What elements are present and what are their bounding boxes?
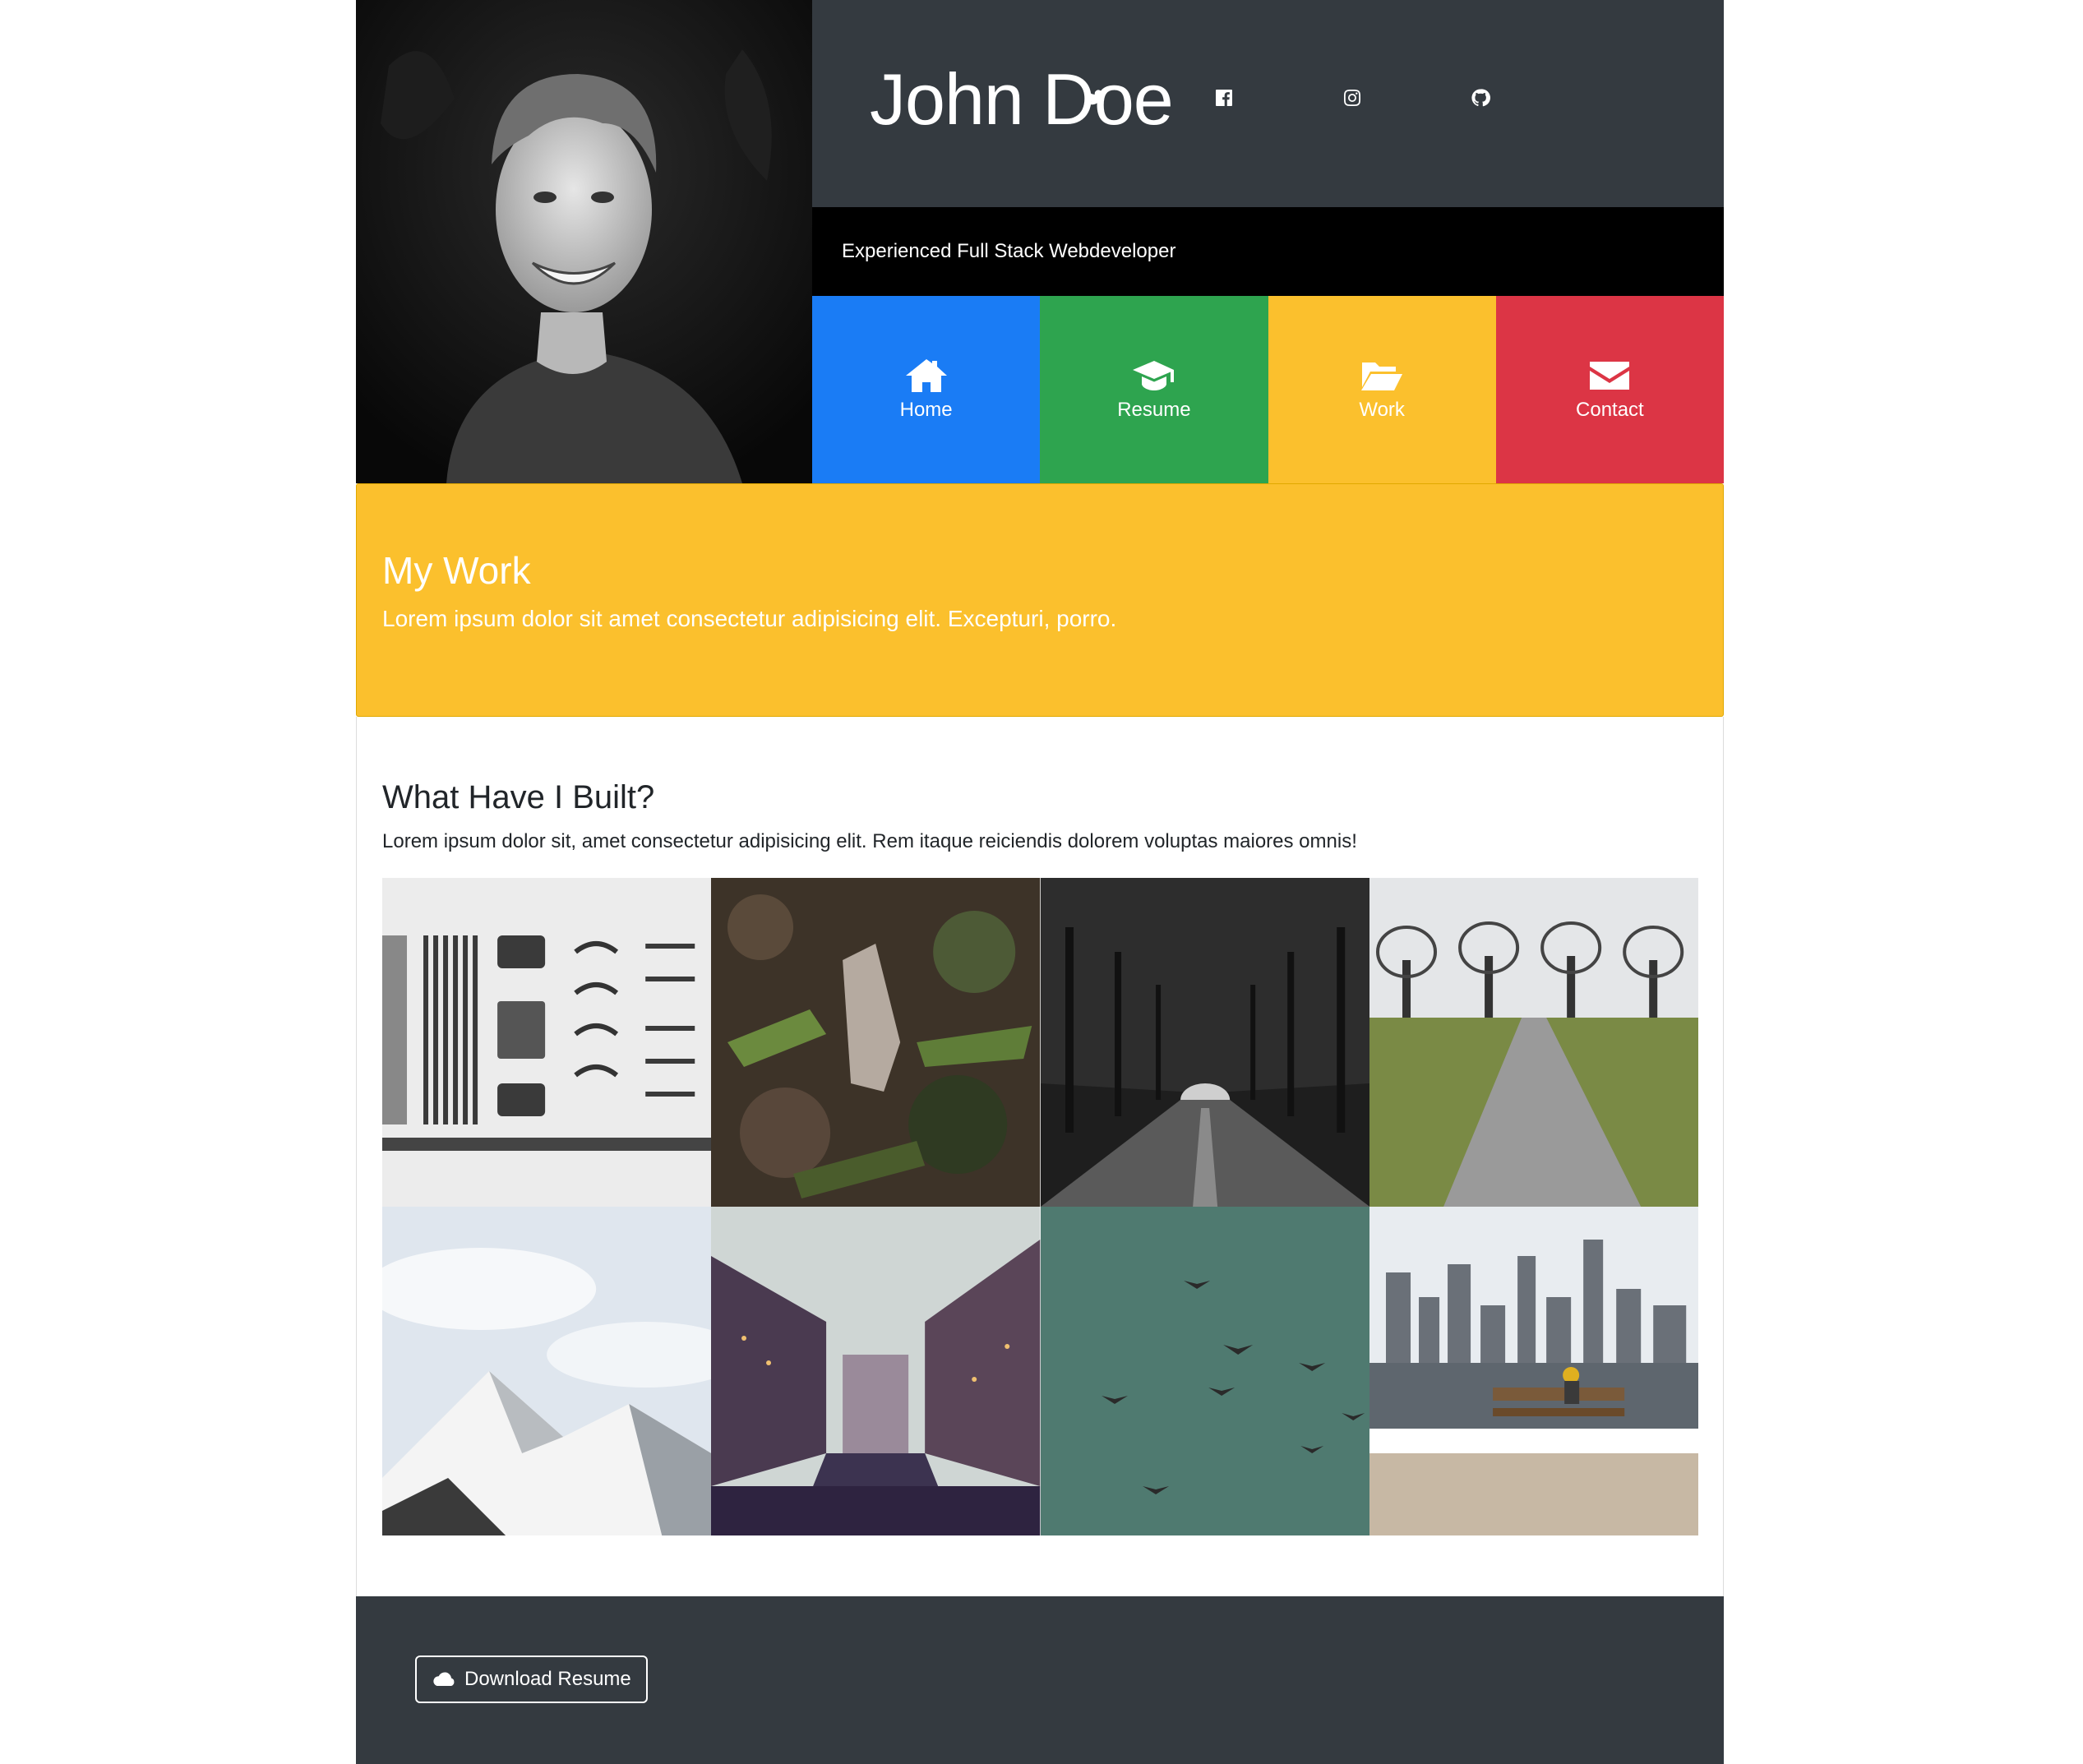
header: John Doe Experienced Full Stack Webdevel…: [356, 0, 1724, 483]
nav-home-label: Home: [899, 399, 953, 421]
profile-photo: [356, 0, 812, 483]
page: John Doe Experienced Full Stack Webdevel…: [356, 0, 1724, 1764]
tagline-bar: Experienced Full Stack Webdeveloper: [812, 207, 1724, 296]
nav-resume[interactable]: Resume: [1040, 296, 1268, 483]
nav-contact[interactable]: Contact: [1495, 296, 1724, 483]
gallery: [382, 878, 1698, 1535]
github-icon[interactable]: [1468, 85, 1493, 110]
cloud-icon: [433, 1672, 455, 1686]
site-name: John Doe: [870, 58, 1174, 140]
gallery-image-forest-floor[interactable]: [711, 878, 1041, 1207]
section-title: What Have I Built?: [382, 779, 655, 815]
work-card: What Have I Built? Lorem ipsum dolor sit…: [356, 717, 1724, 1596]
download-resume-label: Download Resume: [464, 1668, 631, 1690]
main-nav: Home Resume Work Contact: [812, 296, 1724, 483]
graduation-cap-icon: [1132, 361, 1174, 390]
banner-title: My Work: [382, 549, 531, 592]
nav-work[interactable]: Work: [1268, 296, 1496, 483]
footer: Download Resume: [356, 1596, 1724, 1764]
gallery-image-tree-tunnel[interactable]: [1040, 878, 1369, 1207]
facebook-icon[interactable]: [1212, 85, 1236, 110]
envelope-icon: [1590, 362, 1630, 390]
download-resume-button[interactable]: Download Resume: [415, 1655, 648, 1703]
gallery-image-skyline-bench[interactable]: [1369, 1207, 1698, 1535]
gallery-image-snowy-mountains[interactable]: [382, 1207, 712, 1535]
gallery-image-birds[interactable]: [1040, 1207, 1369, 1535]
section-text: Lorem ipsum dolor sit, amet consectetur …: [382, 830, 1357, 852]
tagline: Experienced Full Stack Webdeveloper: [842, 240, 1176, 262]
banner-subtitle: Lorem ipsum dolor sit amet consectetur a…: [382, 606, 1117, 631]
nav-contact-label: Contact: [1576, 399, 1644, 421]
twitter-icon[interactable]: [1083, 85, 1107, 110]
nav-resume-label: Resume: [1117, 399, 1191, 421]
name-bar: John Doe: [812, 0, 1724, 207]
gallery-image-park-path[interactable]: [1369, 878, 1698, 1207]
nav-work-label: Work: [1359, 399, 1405, 421]
folder-open-icon: [1361, 362, 1403, 390]
home-icon: [905, 359, 947, 392]
nav-home[interactable]: Home: [812, 296, 1041, 483]
gallery-image-canal-city[interactable]: [711, 1207, 1041, 1535]
gallery-image-typewriter-parts[interactable]: [382, 878, 712, 1207]
instagram-icon[interactable]: [1340, 85, 1365, 110]
work-banner: My Work Lorem ipsum dolor sit amet conse…: [356, 483, 1724, 717]
